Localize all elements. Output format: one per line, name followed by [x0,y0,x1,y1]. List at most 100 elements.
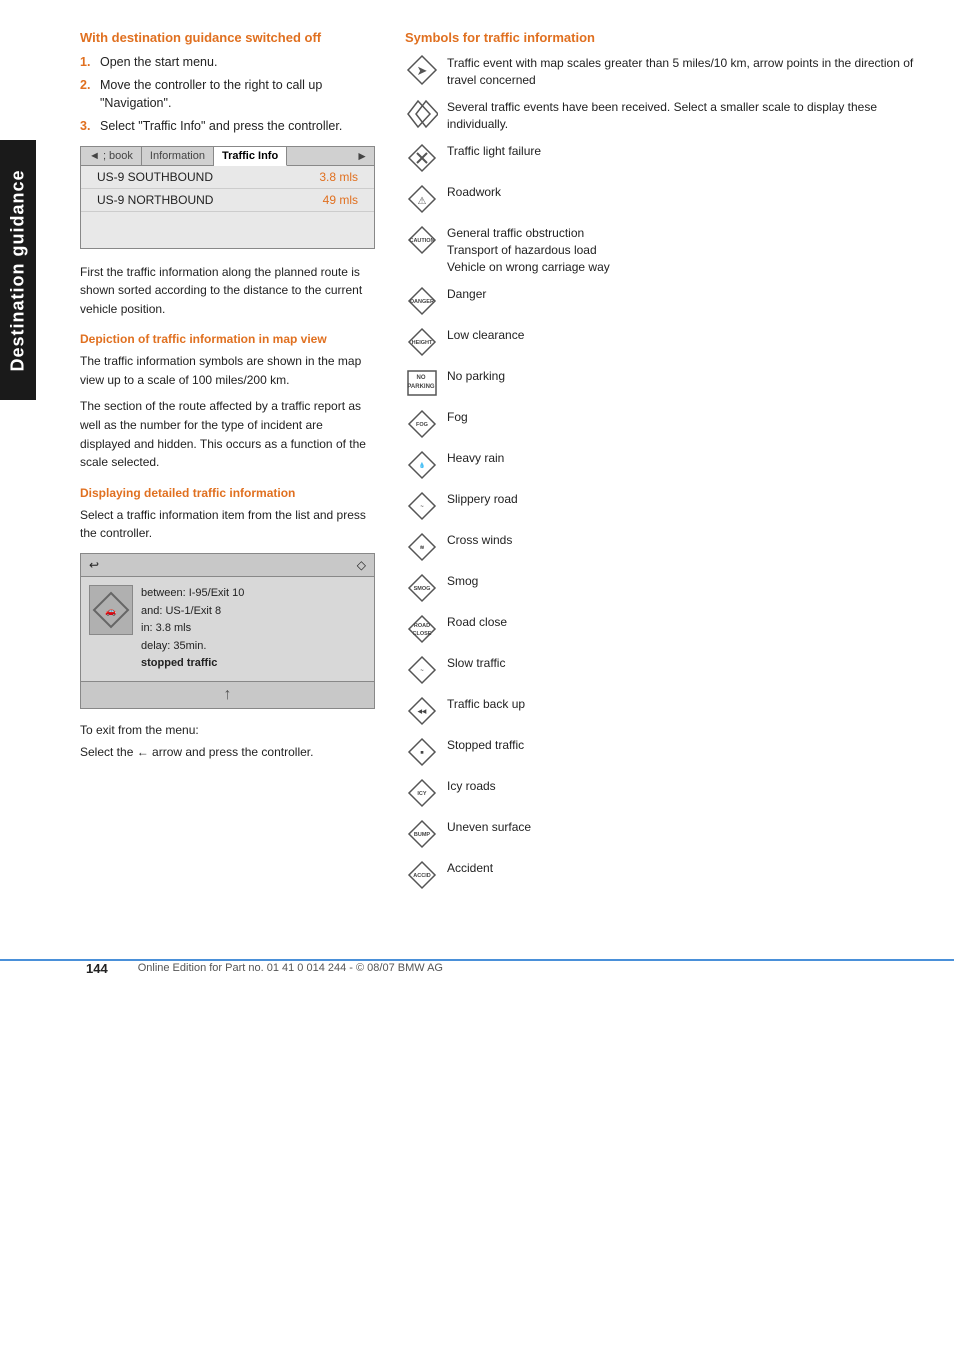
symbol-row: ~ Slippery road [405,489,924,523]
symbol-row: ⚠ Roadwork [405,182,924,216]
exit-text-1: To exit from the menu: [80,723,375,737]
svg-text:HEIGHT: HEIGHT [412,340,433,346]
symbol-text-15: Traffic back up [447,694,924,713]
symbol-text-9: Heavy rain [447,448,924,467]
mockup-row-2: US-9 NORTHBOUND 49 mls [81,189,374,212]
svg-text:FOG: FOG [416,422,428,428]
symbol-icon-diamond-wind: ≋ [405,530,439,564]
symbol-icon-diamond-caution: CAUTION [405,223,439,257]
svg-text:ICY: ICY [417,791,427,797]
symbol-text-14: Slow traffic [447,653,924,672]
symbol-row: 💧 Heavy rain [405,448,924,482]
symbol-text-11: Cross winds [447,530,924,549]
displaying-text: Select a traffic information item from t… [80,506,375,543]
symbol-icon-diamond-backup: ◀◀ [405,694,439,728]
symbol-icon-diamond-stopped: ■ [405,735,439,769]
symbol-icon-diamond-slip: ~ [405,489,439,523]
svg-text:💧: 💧 [419,462,426,469]
symbol-icon-diamond-fog: FOG [405,407,439,441]
detail-body: 🚗 between: I-95/Exit 10 and: US-1/Exit 8… [81,577,374,681]
tab-information: Information [142,147,214,165]
up-arrow-icon: ↑ [224,686,232,704]
list-item: 2. Move the controller to the right to c… [80,76,375,112]
detail-text: between: I-95/Exit 10 and: US-1/Exit 8 i… [141,585,244,673]
symbol-text-7: No parking [447,366,924,385]
svg-text:CAUTION: CAUTION [409,238,434,244]
svg-text:BUMP: BUMP [414,832,431,838]
svg-text:CLOSE: CLOSE [413,631,432,637]
symbol-text-8: Fog [447,407,924,426]
first-traffic-text: First the traffic information along the … [80,263,375,319]
symbol-icon-arrow-diamond: ➤ [405,53,439,87]
symbol-icon-diamond-roadclose: ROAD CLOSE [405,612,439,646]
symbol-icon-diamond-icy: ICY [405,776,439,810]
detail-header: ↩ ◇ [81,554,374,577]
symbol-row: ~ Slow traffic [405,653,924,687]
symbol-icon-double-diamond [405,97,439,131]
detail-traffic-icon: 🚗 [89,585,133,635]
symbol-text-4: General traffic obstruction Transport of… [447,223,924,277]
symbol-row: FOG Fog [405,407,924,441]
symbol-row: CAUTION General traffic obstruction Tran… [405,223,924,277]
depiction-text2: The section of the route affected by a t… [80,397,375,471]
symbol-text-1: Several traffic events have been receive… [447,97,924,134]
symbol-row: DANGER Danger [405,284,924,318]
symbol-icon-diamond-bump: BUMP [405,817,439,851]
svg-text:~: ~ [420,668,423,674]
symbol-row: ≋ Cross winds [405,530,924,564]
detail-footer: ↑ [81,681,374,708]
left-heading: With destination guidance switched off [80,30,375,45]
symbol-text-3: Roadwork [447,182,924,201]
svg-text:PARKING: PARKING [407,384,435,390]
mockup-row-1: US-9 SOUTHBOUND 3.8 mls [81,166,374,189]
mockup-header: ◄ ; book Information Traffic Info ► [81,147,374,166]
back-icon: ↩ [89,558,99,572]
svg-text:◀◀: ◀◀ [417,708,427,715]
symbol-text-16: Stopped traffic [447,735,924,754]
symbol-text-13: Road close [447,612,924,631]
symbol-icon-diamond-slow: ~ [405,653,439,687]
depiction-heading: Depiction of traffic information in map … [80,332,375,346]
symbol-row: HEIGHT Low clearance [405,325,924,359]
back-arrow-icon: ← [137,745,149,759]
symbol-text-5: Danger [447,284,924,303]
tab-trafficinfo: Traffic Info [214,147,287,166]
svg-text:🚗: 🚗 [105,606,116,616]
page-footer: 144 Online Edition for Part no. 01 41 0 … [0,959,954,996]
tab-book: ◄ ; book [81,147,142,165]
symbol-row: ICY Icy roads [405,776,924,810]
symbol-icon-diamond-danger: DANGER [405,284,439,318]
main-content: With destination guidance switched off 1… [50,0,954,919]
exit-text-2: Select the ← arrow and press the control… [80,745,375,759]
svg-text:ROAD: ROAD [414,623,430,629]
symbol-text-18: Uneven surface [447,817,924,836]
symbol-row: Several traffic events have been receive… [405,97,924,134]
right-column: Symbols for traffic information ➤ Traffi… [405,30,924,899]
detail-mockup: ↩ ◇ 🚗 between: I-95/Exit 10 and: US-1/Ex… [80,553,375,709]
traffic-info-mockup: ◄ ; book Information Traffic Info ► US-9… [80,146,375,249]
svg-text:ACCID: ACCID [413,873,430,879]
symbol-row: ■ Stopped traffic [405,735,924,769]
symbol-icon-diamond-x [405,141,439,175]
symbol-text-6: Low clearance [447,325,924,344]
symbol-row: BUMP Uneven surface [405,817,924,851]
symbol-row: Traffic light failure [405,141,924,175]
symbol-text-2: Traffic light failure [447,141,924,160]
svg-text:SMOG: SMOG [414,586,431,592]
symbol-text-17: Icy roads [447,776,924,795]
detail-arrow-icon: ◇ [357,558,366,572]
left-column: With destination guidance switched off 1… [80,30,375,899]
symbol-row: ROAD CLOSE Road close [405,612,924,646]
symbol-row: ➤ Traffic event with map scales greater … [405,53,924,90]
svg-text:≋: ≋ [420,545,425,551]
symbol-icon-diamond-rain: 💧 [405,448,439,482]
svg-text:⚠: ⚠ [418,196,427,207]
list-item: 1. Open the start menu. [80,53,375,71]
displaying-heading: Displaying detailed traffic information [80,486,375,500]
symbol-row: NOPARKING No parking [405,366,924,400]
steps-list: 1. Open the start menu. 2. Move the cont… [80,53,375,136]
symbol-icon-diamond-accident: ACCID [405,858,439,892]
symbol-text-19: Accident [447,858,924,877]
symbol-text-10: Slippery road [447,489,924,508]
symbol-icon-rect-nopark: NOPARKING [405,366,439,400]
